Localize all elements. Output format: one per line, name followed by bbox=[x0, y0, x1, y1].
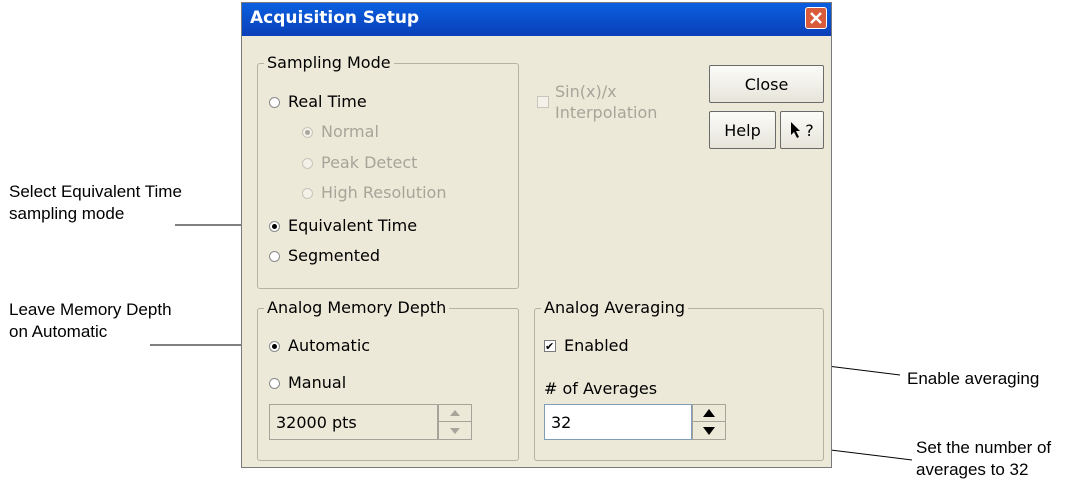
interpolation-checkbox[interactable] bbox=[537, 96, 557, 108]
radio-label: Automatic bbox=[288, 336, 371, 355]
help-button[interactable]: Help bbox=[709, 111, 776, 149]
radio-high-resolution[interactable]: High Resolution bbox=[302, 183, 446, 203]
radio-equivalent-time[interactable]: Equivalent Time bbox=[269, 216, 417, 236]
radio-label: Manual bbox=[288, 373, 347, 392]
radio-peak-detect[interactable]: Peak Detect bbox=[302, 153, 417, 173]
memory-depth-field[interactable]: 32000 pts bbox=[269, 404, 438, 440]
annotation-line: Set the number of bbox=[916, 438, 1052, 457]
acquisition-setup-dialog: Acquisition Setup Sampling Mode Real Tim… bbox=[241, 2, 832, 468]
triangle-down-icon bbox=[450, 427, 460, 434]
annotation-line: Select Equivalent Time bbox=[9, 182, 182, 201]
close-button-label: Close bbox=[744, 74, 789, 94]
annotation-line: sampling mode bbox=[9, 204, 125, 223]
sampling-mode-label: Sampling Mode bbox=[264, 53, 394, 73]
radio-normal[interactable]: Normal bbox=[302, 122, 379, 142]
close-icon bbox=[810, 12, 822, 24]
interpolation-label: Sin(x)/x Interpolation bbox=[555, 81, 657, 123]
title-bar[interactable]: Acquisition Setup bbox=[242, 3, 831, 36]
averages-count-stepper[interactable] bbox=[692, 404, 726, 440]
radio-segmented[interactable]: Segmented bbox=[269, 246, 380, 266]
radio-label: High Resolution bbox=[321, 183, 447, 202]
radio-automatic[interactable]: Automatic bbox=[269, 336, 370, 356]
radio-indicator bbox=[302, 157, 313, 169]
radio-indicator bbox=[269, 96, 280, 108]
close-window-button[interactable] bbox=[805, 7, 827, 29]
averages-count-label-text: # of Averages bbox=[544, 379, 658, 398]
radio-indicator bbox=[269, 250, 280, 262]
annotation-line: Enable averaging bbox=[907, 369, 1040, 388]
annotation-select-equivalent-time: Select Equivalent Time sampling mode bbox=[9, 181, 182, 225]
stepper-down-button[interactable] bbox=[439, 422, 471, 439]
dialog-title: Acquisition Setup bbox=[250, 8, 420, 28]
averages-count-value: 32 bbox=[551, 412, 572, 432]
question-mark-label: ? bbox=[805, 120, 814, 140]
radio-label: Real Time bbox=[288, 92, 367, 111]
averaging-label: Analog Averaging bbox=[541, 298, 688, 318]
triangle-up-icon bbox=[450, 410, 460, 416]
annotation-memory-depth: Leave Memory Depth on Automatic bbox=[9, 299, 172, 343]
annotation-line: averages to 32 bbox=[916, 460, 1029, 479]
radio-indicator bbox=[302, 187, 313, 199]
radio-label: Segmented bbox=[288, 246, 380, 265]
checkbox-label: Enabled bbox=[564, 336, 629, 355]
triangle-down-icon bbox=[703, 426, 715, 435]
radio-manual[interactable]: Manual bbox=[269, 373, 346, 393]
interpolation-label-line: Interpolation bbox=[555, 103, 658, 122]
averaging-enabled-checkbox[interactable]: Enabled bbox=[544, 336, 629, 357]
stepper-down-button[interactable] bbox=[693, 422, 725, 439]
stepper-up-button[interactable] bbox=[439, 405, 471, 422]
radio-label: Equivalent Time bbox=[288, 216, 418, 235]
triangle-up-icon bbox=[703, 409, 715, 417]
annotation-enable-averaging: Enable averaging bbox=[907, 368, 1039, 390]
radio-real-time[interactable]: Real Time bbox=[269, 92, 367, 112]
annotation-line: Leave Memory Depth bbox=[9, 300, 172, 319]
annotation-set-number-averages: Set the number of averages to 32 bbox=[916, 437, 1051, 481]
radio-indicator bbox=[302, 126, 313, 138]
radio-indicator bbox=[269, 340, 280, 352]
stepper-up-button[interactable] bbox=[693, 405, 725, 422]
memory-depth-stepper[interactable] bbox=[438, 404, 472, 440]
pointer-icon bbox=[791, 122, 801, 138]
close-button[interactable]: Close bbox=[709, 65, 824, 103]
radio-label: Peak Detect bbox=[321, 153, 418, 172]
whats-this-button[interactable]: ? bbox=[780, 111, 824, 149]
radio-indicator bbox=[269, 220, 280, 232]
annotation-line: on Automatic bbox=[9, 322, 108, 341]
help-button-label: Help bbox=[724, 120, 761, 140]
interpolation-label-line: Sin(x)/x bbox=[555, 82, 617, 101]
radio-indicator bbox=[269, 377, 280, 389]
memory-depth-value: 32000 pts bbox=[276, 412, 357, 432]
checkbox-indicator bbox=[537, 96, 549, 108]
averages-count-label: # of Averages bbox=[544, 379, 657, 399]
averages-count-field[interactable]: 32 bbox=[544, 404, 692, 440]
memory-depth-label: Analog Memory Depth bbox=[264, 298, 450, 318]
radio-label: Normal bbox=[321, 122, 379, 141]
checkbox-indicator bbox=[544, 337, 556, 357]
